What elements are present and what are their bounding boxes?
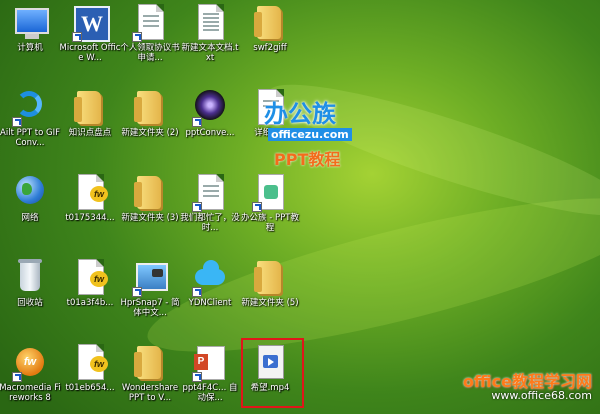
icon-label: 新建文件夹 (5) [241,298,299,308]
converter-icon [16,91,42,117]
folder-icon [254,261,281,294]
desktop-icon-bangongzu-ppt[interactable]: 办公族 - PPT教程 [240,170,300,255]
icon-label: swf2giff [253,43,287,53]
shortcut-arrow-icon [192,372,202,382]
shortcut-arrow-icon [132,287,142,297]
shortcut-arrow-icon [12,372,22,382]
desktop-icon-macromedia-fireworks[interactable]: fw Macromedia Fireworks 8 [0,340,61,414]
icon-label: 回收站 [17,298,43,308]
flash-file-icon: fw [78,344,108,380]
shortcut-arrow-icon [132,32,142,42]
icon-label: 新建文本文档.txt [181,43,239,63]
desktop-icon-new-folder-2[interactable]: 新建文件夹 (2) [120,85,180,170]
watermark-logo: 办公族 officezu.com PPT教程 [254,94,374,174]
desktop-icon-new-folder-3[interactable]: 新建文件夹 (3) [120,170,180,255]
icon-label: Ailt PPT to GIF Conv... [0,128,60,148]
icon-label: HprSnap7 - 简体中文... [120,298,180,318]
flash-file-icon: fw [78,174,108,210]
icon-label: Macromedia Fireworks 8 [0,383,61,403]
desktop-icon-document[interactable]: 个人领取协议书申请... [120,0,180,85]
shortcut-arrow-icon [12,117,22,127]
desktop-icon-ppt-autosave[interactable]: ppt4F4C... 自动保... [180,340,240,414]
icon-label: 我们都忙了，没时... [180,213,240,233]
icon-label: 网络 [21,213,39,223]
icon-label: Wondershare PPT to V... [121,383,179,403]
desktop-icon-computer[interactable]: 计算机 [0,0,60,85]
folder-icon [134,346,161,379]
desktop-icon-recycle-bin[interactable]: 回收站 [0,255,60,340]
cloud-icon [195,260,225,285]
desktop-icon-hprsnap[interactable]: HprSnap7 - 简体中文... [120,255,180,340]
desktop-icon-swf2giff[interactable]: swf2giff [240,0,300,85]
shortcut-arrow-icon [192,117,202,127]
icon-label: 新建文件夹 (2) [121,128,179,138]
shortcut-arrow-icon [192,202,202,212]
icon-label: 办公族 - PPT教程 [241,213,299,233]
watermark-logo-subtitle: PPT教程 [274,150,341,169]
icon-label: Microsoft Office W... [59,43,121,63]
icon-label: 计算机 [17,43,43,53]
desktop-icon-t01a3f4b[interactable]: fw t01a3f4b... [60,255,120,340]
watermark-footer-url: www.office68.com [491,389,592,402]
flash-file-icon: fw [78,259,108,295]
desktop-icon-knowledge-folder[interactable]: 知识点盘点 [60,85,120,170]
desktop-icon-ydnclient[interactable]: YDNClient [180,255,240,340]
icon-label: t01a3f4b... [66,298,114,308]
folder-icon [134,91,161,124]
computer-icon [15,8,49,39]
icon-label: t0175344... [65,213,115,223]
icon-label: pptConve... [185,128,235,138]
desktop-icon-microsoft-word[interactable]: W Microsoft Office W... [60,0,120,85]
desktop-icon-pptconverter[interactable]: pptConve... [180,85,240,170]
icon-label: 个人领取协议书申请... [120,43,180,63]
desktop-icon-wondershare[interactable]: Wondershare PPT to V... [120,340,180,414]
desktop-icon-new-folder-5[interactable]: 新建文件夹 (5) [240,255,300,340]
watermark-logo-url: officezu.com [268,128,352,141]
shortcut-arrow-icon [252,202,262,212]
desktop-icon-network[interactable]: 网络 [0,170,60,255]
icon-label: 知识点盘点 [68,128,112,138]
desktop-icon-ailt-ppt[interactable]: Ailt PPT to GIF Conv... [0,85,60,170]
selected-icon-highlight [241,338,304,408]
desktop-icon-t0175344[interactable]: fw t0175344... [60,170,120,255]
text-file-icon [198,4,224,40]
network-globe-icon [16,176,44,204]
camera-lens-icon [195,90,225,120]
folder-icon [74,91,101,124]
icon-label: YDNClient [188,298,232,308]
recycle-bin-icon [18,259,42,291]
desktop-icon-new-text-file[interactable]: 新建文本文档.txt [180,0,240,85]
watermark-logo-title: 办公族 [264,100,336,128]
shortcut-arrow-icon [72,32,82,42]
desktop[interactable]: 计算机 W Microsoft Office W... 个人领取协议书申请...… [0,0,600,414]
icon-label: t01eb654... [65,383,115,393]
shortcut-arrow-icon [192,287,202,297]
desktop-icon-t01eb654[interactable]: fw t01eb654... [60,340,120,414]
icon-label: ppt4F4C... 自动保... [182,383,238,403]
folder-icon [254,6,281,39]
desktop-icon-women-busy[interactable]: 我们都忙了，没时... [180,170,240,255]
folder-icon [134,176,161,209]
icon-label: 新建文件夹 (3) [121,213,179,223]
